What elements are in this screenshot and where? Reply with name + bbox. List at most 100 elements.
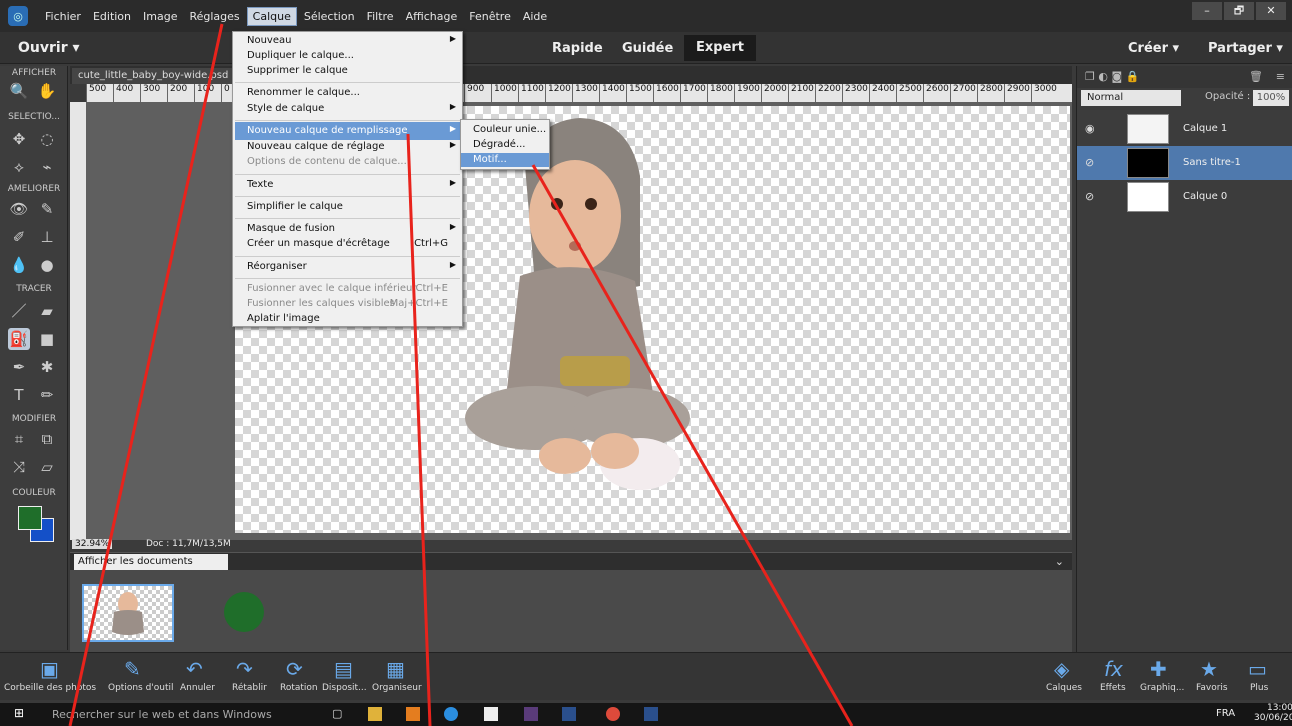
menu-item-renommer[interactable]: Renommer le calque... <box>247 86 360 100</box>
menu-filtre[interactable]: Filtre <box>362 8 399 25</box>
menu-item-supprimer[interactable]: Supprimer le calque <box>247 64 348 78</box>
tab-rapide[interactable]: Rapide <box>552 41 603 56</box>
media-icon[interactable] <box>406 707 420 721</box>
layer-row[interactable]: ◉ Calque 1 <box>1077 112 1292 146</box>
eye-icon[interactable]: ◉ <box>1085 122 1095 135</box>
zoom-icon[interactable]: 🔍 <box>8 80 30 102</box>
custom-shape-icon[interactable]: ✱ <box>36 356 58 378</box>
content-move-icon[interactable]: ⤨ <box>8 456 30 478</box>
app-icon[interactable] <box>524 707 538 721</box>
menu-edition[interactable]: Edition <box>88 8 136 25</box>
quick-selection-icon[interactable]: ⌁ <box>36 156 58 178</box>
bin-thumbnail[interactable] <box>82 584 174 642</box>
windows-start-icon[interactable]: ⊞ <box>14 706 24 720</box>
chrome-icon[interactable] <box>606 707 620 721</box>
pencil-icon[interactable]: ✏ <box>36 384 58 406</box>
lock-icon[interactable]: 🔒 <box>1126 70 1140 83</box>
eraser-icon[interactable]: ▰ <box>36 300 58 322</box>
layers-icon[interactable]: ◈ <box>1054 657 1069 681</box>
menu-item-dupliquer[interactable]: Dupliquer le calque... <box>247 49 354 63</box>
favorites-button[interactable]: Favoris <box>1196 683 1228 693</box>
lasso-icon[interactable]: ⟡ <box>8 156 30 178</box>
brush-icon[interactable]: ／ <box>8 300 30 322</box>
more-button[interactable]: Plus <box>1250 683 1268 693</box>
sponge-icon[interactable]: ● <box>36 254 58 276</box>
more-icon[interactable]: ▭ <box>1248 657 1267 681</box>
favorites-icon[interactable]: ★ <box>1200 657 1218 681</box>
menu-item-degrade[interactable]: Dégradé... <box>461 138 549 152</box>
new-layer-icon[interactable]: ❐ <box>1085 70 1095 83</box>
rotate-icon[interactable]: ⟳ <box>286 657 303 681</box>
blend-mode-select[interactable]: Normal <box>1081 90 1181 106</box>
panel-menu-icon[interactable]: ≡ <box>1276 70 1285 83</box>
zoom-level[interactable]: 32.94% <box>72 539 113 549</box>
text-icon[interactable]: T <box>8 384 30 406</box>
menu-item-reglage[interactable]: Nouveau calque de réglage <box>247 140 385 154</box>
menu-item-masque-fusion[interactable]: Masque de fusion <box>247 222 335 236</box>
menu-fenetre[interactable]: Fenêtre <box>464 8 516 25</box>
menu-reglages[interactable]: Réglages <box>184 8 244 25</box>
photo-bin-button[interactable]: Corbeille des photos <box>4 683 96 693</box>
mask-icon[interactable]: ◙ <box>1111 70 1122 83</box>
crop-icon[interactable]: ⌗ <box>8 428 30 450</box>
graphics-button[interactable]: Graphiq... <box>1140 683 1184 693</box>
smart-brush-icon[interactable]: ✐ <box>8 226 30 248</box>
undo-button[interactable]: Annuler <box>180 683 215 693</box>
menu-item-motif[interactable]: Motif... <box>461 153 549 167</box>
file-explorer-icon[interactable] <box>368 707 382 721</box>
menu-item-masque-ecretage[interactable]: Créer un masque d'écrêtage <box>247 237 390 251</box>
menu-selection[interactable]: Sélection <box>299 8 360 25</box>
menu-item-couleur-unie[interactable]: Couleur unie... <box>461 123 549 137</box>
menu-calque[interactable]: Calque <box>246 6 297 26</box>
clone-stamp-icon[interactable]: ⊥ <box>36 226 58 248</box>
document-icon[interactable] <box>484 707 498 721</box>
healing-brush-icon[interactable]: ✎ <box>36 198 58 220</box>
menu-item-style[interactable]: Style de calque <box>247 102 324 116</box>
red-eye-icon[interactable]: 👁 <box>8 198 30 220</box>
graphics-icon[interactable]: ✚ <box>1150 657 1167 681</box>
tab-guidee[interactable]: Guidée <box>622 41 673 56</box>
effects-icon[interactable]: fx <box>1104 657 1123 681</box>
straighten-icon[interactable]: ⏥ <box>36 456 58 478</box>
share-button[interactable]: Partager ▾ <box>1208 41 1283 56</box>
menu-affichage[interactable]: Affichage <box>401 8 463 25</box>
recompose-icon[interactable]: ⧉ <box>36 428 58 450</box>
edge-icon[interactable] <box>444 707 458 721</box>
trash-icon[interactable]: 🗑 <box>1249 70 1263 83</box>
opacity-field[interactable]: 100% <box>1253 90 1289 106</box>
hand-icon[interactable]: ✋ <box>36 80 58 102</box>
create-button[interactable]: Créer ▾ <box>1128 41 1179 56</box>
photo-bin-icon[interactable]: ▣ <box>40 657 59 681</box>
menu-item-options-contenu[interactable]: Options de contenu de calque... <box>247 155 407 169</box>
open-button[interactable]: Ouvrir ▾ <box>18 40 80 56</box>
menu-item-simplifier[interactable]: Simplifier le calque <box>247 200 343 214</box>
taskbar-search[interactable]: Rechercher sur le web et dans Windows <box>52 708 272 721</box>
marquee-icon[interactable]: ◌ <box>36 128 58 150</box>
move-icon[interactable]: ✥ <box>8 128 30 150</box>
elements-icon[interactable] <box>562 707 576 721</box>
chevron-down-icon[interactable]: ⌄ <box>1055 555 1064 568</box>
eye-hidden-icon[interactable]: ⊘ <box>1085 190 1094 203</box>
task-view-icon[interactable]: ▢ <box>332 707 346 721</box>
tool-options-icon[interactable]: ✎ <box>124 657 141 681</box>
tool-options-button[interactable]: Options d'outil <box>108 683 174 693</box>
close-button[interactable]: ✕ <box>1256 2 1286 20</box>
language-indicator[interactable]: FRA <box>1216 708 1235 719</box>
menu-image[interactable]: Image <box>138 8 182 25</box>
eyedropper-icon[interactable]: ✒ <box>8 356 30 378</box>
effects-button[interactable]: Effets <box>1100 683 1126 693</box>
tab-expert[interactable]: Expert <box>684 35 757 61</box>
organizer-button[interactable]: Organiseur <box>372 683 422 693</box>
menu-fichier[interactable]: Fichier <box>40 8 86 25</box>
menu-item-remplissage[interactable]: Nouveau calque de remplissage <box>247 124 408 138</box>
minimize-button[interactable]: – <box>1192 2 1222 20</box>
menu-item-aplatir[interactable]: Aplatir l'image <box>247 312 320 326</box>
layers-button[interactable]: Calques <box>1046 683 1082 693</box>
redo-icon[interactable]: ↷ <box>236 657 253 681</box>
clock[interactable]: 13:00 30/06/2016 <box>1254 703 1292 723</box>
menu-item-texte[interactable]: Texte <box>247 178 273 192</box>
foreground-color-swatch[interactable] <box>18 506 42 530</box>
menu-item-reorganiser[interactable]: Réorganiser <box>247 260 307 274</box>
open-documents-select[interactable]: Afficher les documents ouve... ▾ <box>74 554 228 583</box>
menu-item-fusionner-inferieur[interactable]: Fusionner avec le calque inférieur <box>247 282 416 296</box>
